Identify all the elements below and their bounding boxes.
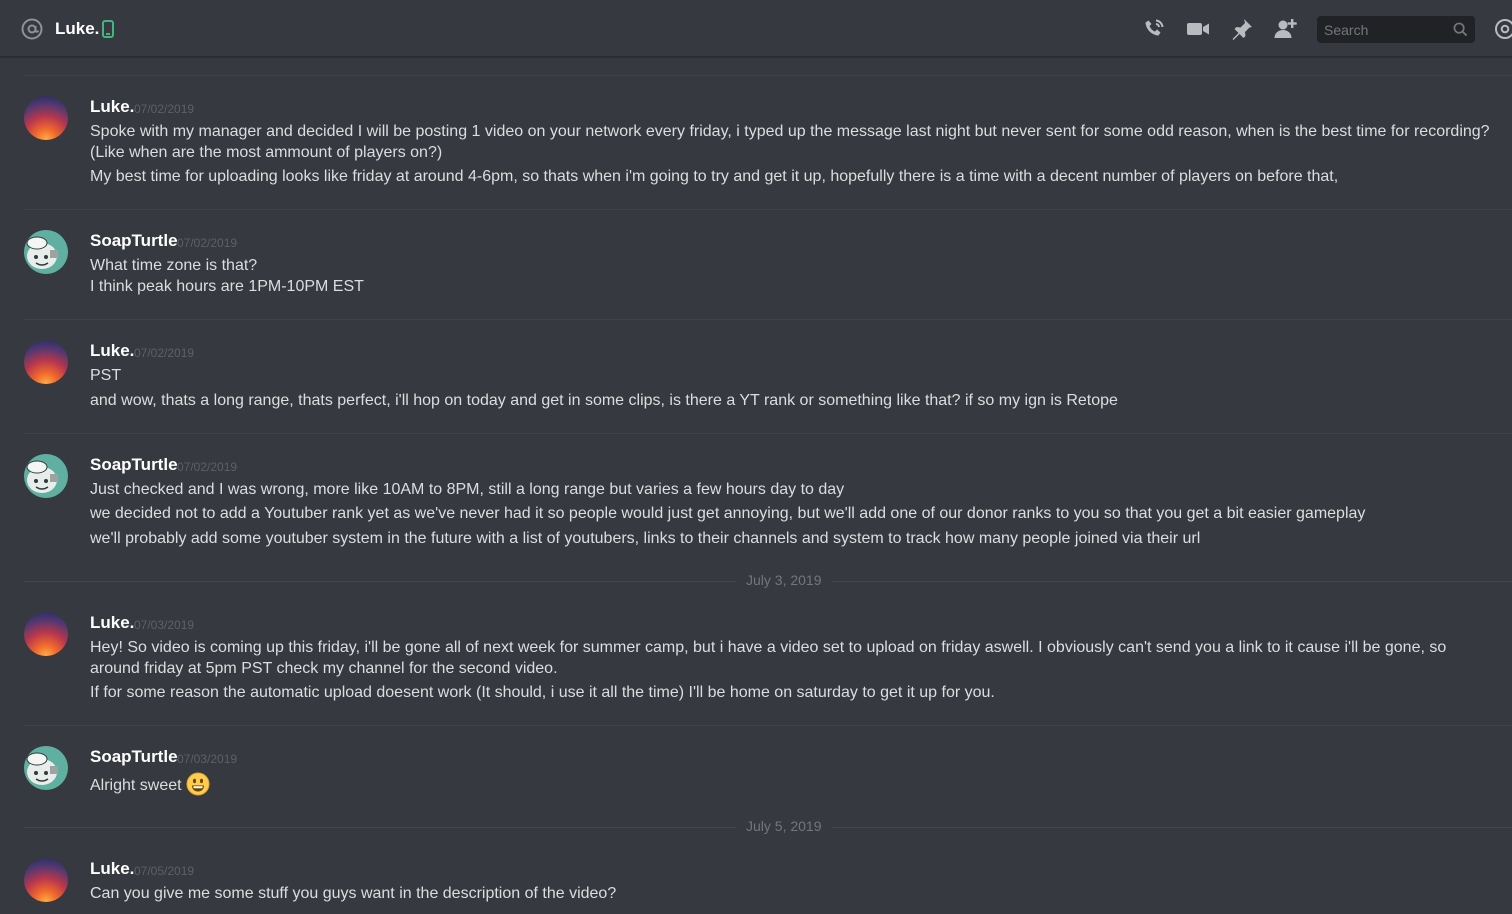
message-timestamp: 07/03/2019: [134, 618, 195, 632]
message-timestamp: 07/02/2019: [177, 460, 238, 474]
mobile-status-icon: [102, 20, 114, 38]
message-author[interactable]: Luke.: [90, 859, 134, 879]
message-text: Can you give me some stuff you guys want…: [90, 885, 617, 902]
date-separator-label: July 3, 2019: [736, 572, 832, 588]
message-divider: [24, 433, 1512, 434]
message-text: What time zone is that?: [90, 257, 258, 274]
avatar[interactable]: [24, 96, 68, 140]
message-line: Alright sweet: [90, 772, 1500, 796]
channel-header: Luke.: [0, 0, 1512, 57]
message-divider: [24, 319, 1512, 320]
date-separator: July 5, 2019: [24, 818, 1512, 836]
message-divider: [24, 209, 1512, 210]
message-timestamp: 07/02/2019: [134, 346, 195, 360]
message-author[interactable]: SoapTurtle: [90, 231, 178, 251]
pin-icon[interactable]: [1230, 17, 1254, 41]
date-separator-label: July 5, 2019: [736, 818, 832, 834]
avatar[interactable]: [24, 230, 68, 274]
message-text: Spoke with my manager and decided I will…: [90, 123, 1490, 161]
message-timestamp: 07/03/2019: [177, 752, 238, 766]
voice-call-icon[interactable]: [1142, 17, 1166, 41]
message-list[interactable]: Luke. 07/02/2019 Spoke with my manager a…: [0, 57, 1512, 914]
message-text: I think peak hours are 1PM-10PM EST: [90, 278, 364, 295]
message-text: If for some reason the automatic upload …: [90, 684, 995, 701]
avatar[interactable]: [24, 340, 68, 384]
message-timestamp: 07/05/2019: [134, 864, 195, 878]
message-text: and wow, thats a long range, thats perfe…: [90, 392, 1118, 409]
message-text: we decided not to add a Youtuber rank ye…: [90, 505, 1366, 522]
message-timestamp: 07/02/2019: [177, 236, 238, 250]
message-text: PST: [90, 367, 122, 384]
search-bar[interactable]: [1317, 16, 1475, 43]
turtle-avatar-icon: [26, 236, 58, 269]
message-divider: [24, 75, 1512, 76]
search-icon[interactable]: [1453, 22, 1468, 37]
message-author[interactable]: SoapTurtle: [90, 455, 178, 475]
turtle-avatar-icon: [26, 460, 58, 493]
video-call-icon[interactable]: [1186, 17, 1210, 41]
add-friend-icon[interactable]: [1274, 17, 1298, 41]
smiley-emoji-icon[interactable]: [186, 772, 210, 796]
message-author[interactable]: SoapTurtle: [90, 747, 178, 767]
message-text: My best time for uploading looks like fr…: [90, 168, 1339, 185]
avatar[interactable]: [24, 612, 68, 656]
mention-icon[interactable]: [1494, 18, 1512, 40]
message-author[interactable]: Luke.: [90, 97, 134, 117]
avatar[interactable]: [24, 746, 68, 790]
message-text: we'll probably add some youtuber system …: [90, 530, 1201, 547]
message-text: Hey! So video is coming up this friday, …: [90, 639, 1447, 677]
message-author[interactable]: Luke.: [90, 341, 134, 361]
date-separator: July 3, 2019: [24, 572, 1512, 590]
at-icon: [21, 18, 43, 40]
message-divider: [24, 725, 1512, 726]
message-timestamp: 07/02/2019: [134, 102, 195, 116]
dm-recipient-name: Luke.: [55, 19, 100, 38]
avatar[interactable]: [24, 858, 68, 902]
message-text: Just checked and I was wrong, more like …: [90, 481, 845, 498]
message-author[interactable]: Luke.: [90, 613, 134, 633]
turtle-avatar-icon: [26, 752, 58, 785]
search-input[interactable]: [1317, 16, 1454, 43]
avatar[interactable]: [24, 454, 68, 498]
message-text: Alright sweet: [90, 777, 182, 794]
